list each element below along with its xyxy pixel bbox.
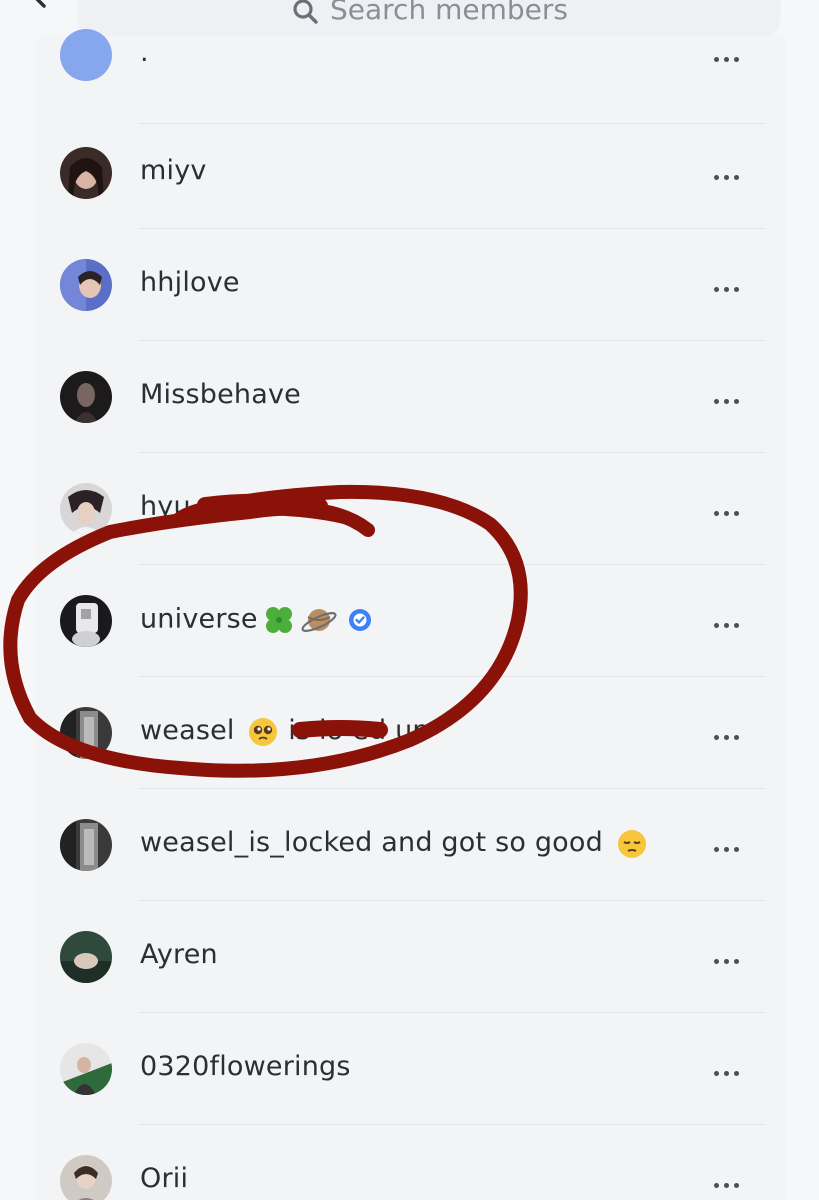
more-options-button[interactable]	[714, 165, 754, 181]
member-name-text: weasel_is_locked and got so good	[140, 827, 603, 858]
dot	[724, 1183, 729, 1188]
more-horizontal-icon	[714, 399, 719, 404]
member-name-text: universe	[140, 603, 258, 635]
member-row[interactable]: miyv	[36, 117, 786, 229]
members-screen: Search members . miyv hhjlove Missbehave…	[0, 0, 819, 1200]
member-name: universe	[140, 603, 374, 637]
member-name: weasel_is_locked and got so good	[140, 827, 648, 860]
dot	[724, 287, 729, 292]
dot	[734, 175, 739, 180]
four-leaf-clover-icon	[265, 607, 292, 633]
member-row[interactable]: universe	[36, 565, 786, 677]
avatar	[60, 1043, 112, 1095]
more-options-button[interactable]	[714, 613, 754, 629]
member-name: .	[140, 37, 149, 68]
avatar	[60, 259, 112, 311]
dot	[724, 623, 729, 628]
avatar	[60, 29, 112, 81]
more-options-button[interactable]	[714, 1173, 754, 1189]
dot	[734, 959, 739, 964]
more-options-button[interactable]	[714, 837, 754, 853]
more-options-button[interactable]	[714, 501, 754, 517]
more-horizontal-icon	[714, 57, 719, 62]
avatar	[60, 819, 112, 871]
more-options-button[interactable]	[714, 277, 754, 293]
dot	[734, 847, 739, 852]
member-name: Orii	[140, 1163, 189, 1194]
avatar	[60, 1155, 112, 1200]
dot	[734, 57, 739, 62]
dot	[724, 57, 729, 62]
member-row[interactable]: 0320flowerings	[36, 1013, 786, 1125]
dot	[724, 399, 729, 404]
avatar	[60, 483, 112, 535]
dot	[734, 399, 739, 404]
more-horizontal-icon	[714, 959, 719, 964]
dot	[724, 735, 729, 740]
member-name: hyu	[140, 491, 191, 522]
member-row[interactable]: hhjlove	[36, 229, 786, 341]
avatar	[60, 707, 112, 759]
more-horizontal-icon	[714, 623, 719, 628]
member-name: hhjlove	[140, 267, 240, 298]
dot	[724, 175, 729, 180]
member-name: miyv	[140, 155, 207, 186]
member-row[interactable]: hyu	[36, 453, 786, 565]
more-horizontal-icon	[714, 511, 719, 516]
more-horizontal-icon	[714, 287, 719, 292]
more-horizontal-icon	[714, 175, 719, 180]
member-name: weasel is lo ed up	[140, 715, 430, 748]
pleading-face-icon	[249, 717, 278, 746]
avatar	[60, 931, 112, 983]
more-horizontal-icon	[714, 1183, 719, 1188]
member-row[interactable]: Missbehave	[36, 341, 786, 453]
dot	[734, 1183, 739, 1188]
member-row[interactable]: .	[36, 7, 786, 124]
more-options-button[interactable]	[714, 47, 754, 63]
member-row[interactable]: Ayren	[36, 901, 786, 1013]
avatar	[60, 371, 112, 423]
member-name: Ayren	[140, 939, 218, 970]
more-horizontal-icon	[714, 847, 719, 852]
dot	[724, 959, 729, 964]
more-horizontal-icon	[714, 1071, 719, 1076]
member-row[interactable]: Orii	[36, 1125, 786, 1200]
member-name-end: is lo ed up	[288, 715, 430, 746]
more-options-button[interactable]	[714, 949, 754, 965]
member-name: Missbehave	[140, 379, 301, 410]
member-name: 0320flowerings	[140, 1051, 351, 1082]
dot	[734, 287, 739, 292]
dot	[724, 1071, 729, 1076]
avatar	[60, 595, 112, 647]
dot	[734, 735, 739, 740]
member-name-start: weasel	[140, 715, 235, 746]
dot	[734, 1071, 739, 1076]
member-row[interactable]: weasel is lo ed up	[36, 677, 786, 789]
planet-icon	[301, 609, 337, 632]
pensive-face-icon	[617, 829, 646, 858]
more-horizontal-icon	[714, 735, 719, 740]
more-options-button[interactable]	[714, 1061, 754, 1077]
verified-badge-icon	[348, 609, 371, 631]
more-options-button[interactable]	[714, 389, 754, 405]
dot	[734, 511, 739, 516]
dot	[724, 511, 729, 516]
dot	[734, 623, 739, 628]
dot	[724, 847, 729, 852]
avatar	[60, 147, 112, 199]
member-row[interactable]: weasel_is_locked and got so good	[36, 789, 786, 901]
more-options-button[interactable]	[714, 725, 754, 741]
